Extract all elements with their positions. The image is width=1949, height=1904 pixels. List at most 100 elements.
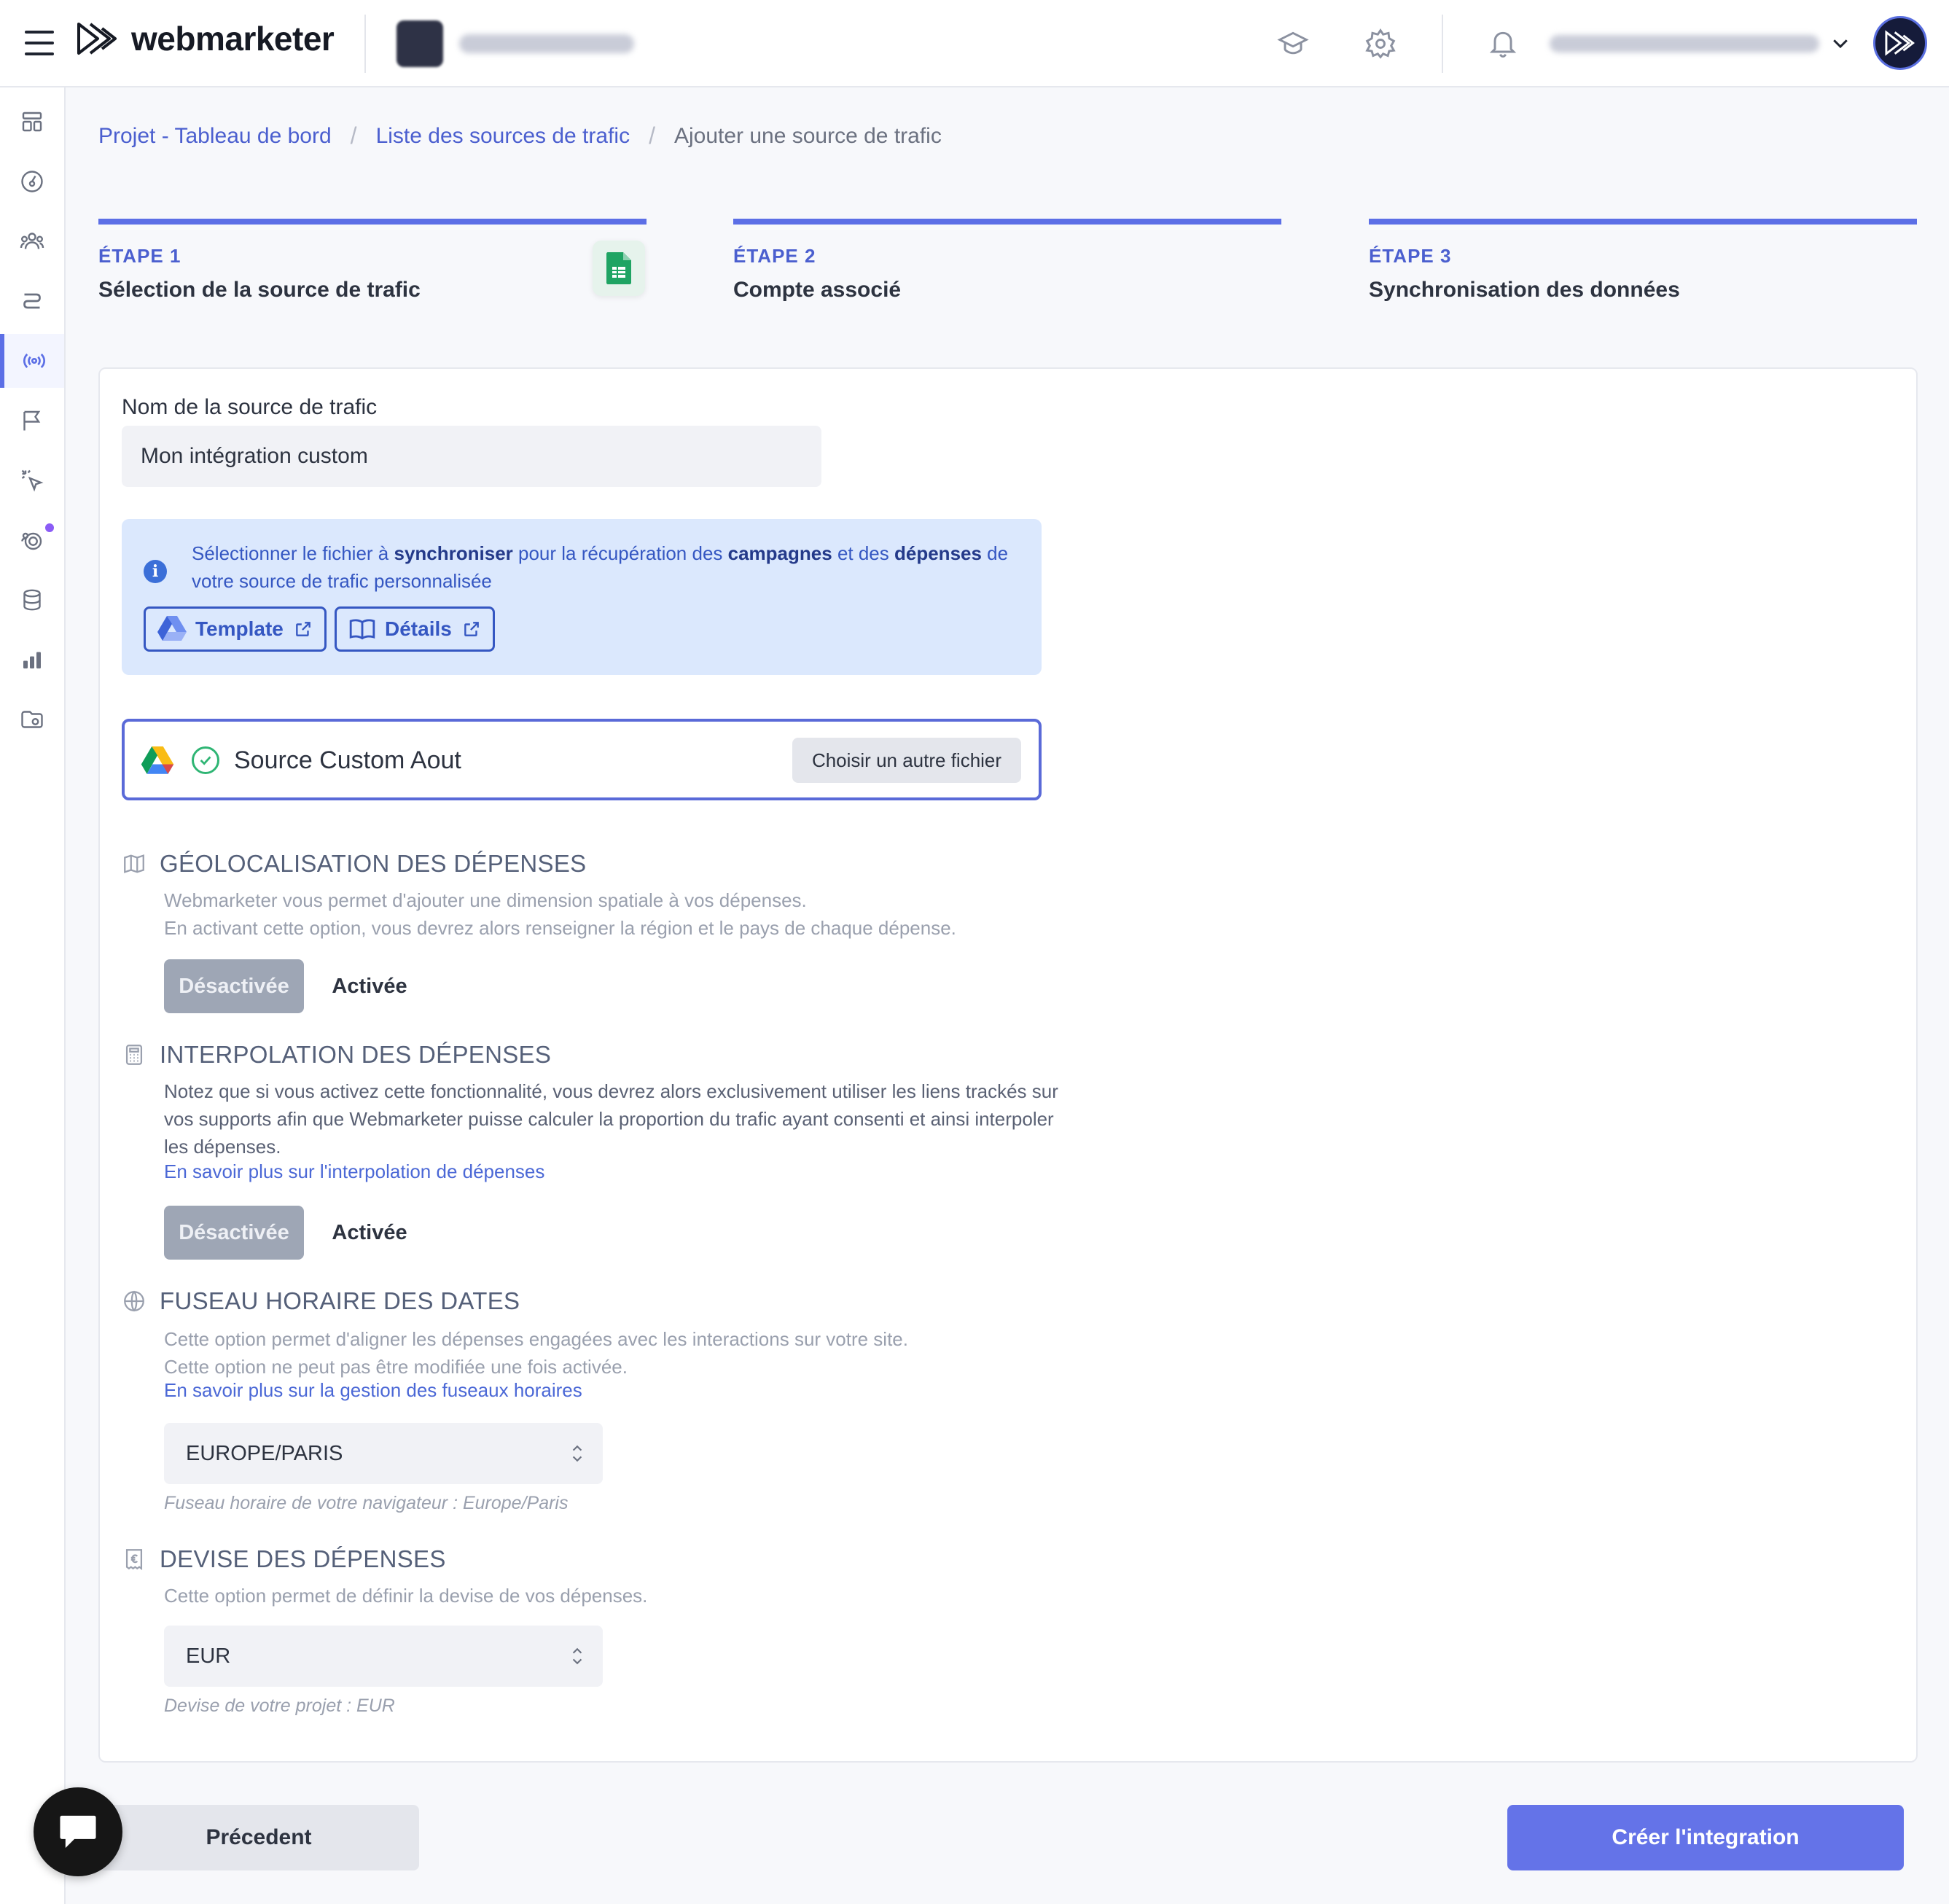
route-icon — [23, 293, 41, 309]
step-3: ÉTAPE 3 Synchronisation des données — [1369, 219, 1917, 303]
geolocation-disabled-button[interactable]: Désactivée — [164, 959, 304, 1013]
description-line: En activant cette option, vous devrez al… — [164, 917, 956, 939]
step-number: ÉTAPE 1 — [98, 245, 181, 267]
database-icon — [23, 589, 41, 611]
details-button[interactable]: Détails — [335, 606, 495, 652]
sidebar-item-targets[interactable] — [0, 513, 64, 567]
interpolation-disabled-button[interactable]: Désactivée — [164, 1206, 304, 1260]
breadcrumb: Projet - Tableau de bord / Liste des sou… — [98, 122, 942, 149]
description-line: Cette option permet d'aligner les dépens… — [164, 1328, 908, 1350]
geolocation-description: Webmarketer vous permet d'ajouter une di… — [164, 886, 1075, 942]
geolocation-title: GÉOLOCALISATION DES DÉPENSES — [160, 850, 587, 877]
currency-hint: Devise de votre projet : EUR — [164, 1696, 395, 1716]
brand-logo[interactable]: webmarketer — [76, 19, 335, 58]
file-name: Source Custom Aout — [234, 746, 461, 774]
project-switcher[interactable] — [397, 20, 634, 67]
logo-icon — [77, 23, 117, 55]
interpolation-section-header: INTERPOLATION DES DÉPENSES — [122, 1041, 551, 1069]
cursor-click-icon — [21, 469, 44, 492]
sidebar-item-traffic-sources[interactable] — [0, 334, 64, 388]
users-icon — [20, 233, 44, 249]
check-circle-icon — [192, 746, 219, 774]
external-link-icon — [464, 622, 479, 636]
sidebar-item-performance[interactable] — [0, 155, 64, 208]
description-line: Webmarketer vous permet d'ajouter une di… — [164, 889, 807, 911]
choose-other-file-button[interactable]: Choisir un autre fichier — [792, 738, 1021, 783]
sidebar-item-goals[interactable] — [0, 394, 64, 448]
brand-name: webmarketer — [131, 20, 335, 58]
top-bar: webmarketer — [0, 0, 1949, 87]
google-drive-icon — [157, 616, 187, 641]
description-line: Cette option ne peut pas être modifiée u… — [164, 1356, 628, 1378]
broadcast-icon — [23, 354, 46, 368]
globe-icon — [124, 1290, 144, 1312]
chevron-up-down-icon — [572, 1445, 582, 1462]
user-email-blurred[interactable] — [1550, 35, 1819, 52]
step-1: ÉTAPE 1 Sélection de la source de trafic — [98, 219, 647, 303]
info-text-part: et des — [832, 542, 894, 564]
traffic-source-name-input[interactable] — [122, 426, 821, 487]
book-open-icon — [349, 619, 375, 640]
info-text-bold: synchroniser — [394, 542, 513, 564]
interpolation-enabled-button[interactable]: Activée — [326, 1206, 413, 1260]
details-label: Détails — [385, 617, 452, 640]
step-number: ÉTAPE 2 — [733, 245, 816, 267]
calculator-icon — [125, 1045, 143, 1065]
breadcrumb-link-traffic-sources[interactable]: Liste des sources de trafic — [376, 124, 630, 149]
step-2: ÉTAPE 2 Compte associé — [733, 219, 1281, 303]
interpolation-title: INTERPOLATION DES DÉPENSES — [160, 1041, 552, 1068]
breadcrumb-separator: / — [350, 122, 357, 149]
template-button[interactable]: Template — [144, 606, 327, 652]
timezone-select[interactable]: EUROPE/PARIS — [164, 1423, 603, 1484]
timezone-section-header: FUSEAU HORAIRE DES DATES — [122, 1287, 520, 1315]
create-integration-button[interactable]: Créer l'integration — [1507, 1805, 1904, 1870]
flag-icon — [23, 410, 41, 431]
form-card: Nom de la source de trafic i Sélectionne… — [98, 367, 1918, 1763]
breadcrumb-separator: / — [649, 122, 655, 149]
interpolation-learn-more-link[interactable]: En savoir plus sur l'interpolation de dé… — [164, 1160, 544, 1183]
google-sheets-badge — [593, 241, 645, 296]
project-avatar — [397, 20, 443, 67]
currency-select[interactable]: EUR — [164, 1626, 603, 1687]
speedometer-icon — [21, 171, 43, 192]
currency-selected-value: EUR — [186, 1644, 231, 1668]
template-label: Template — [195, 617, 284, 640]
info-text-bold: campagnes — [727, 542, 832, 564]
currency-description: Cette option permet de définir la devise… — [164, 1585, 648, 1607]
map-icon — [124, 854, 144, 873]
graduation-cap-icon[interactable] — [1277, 28, 1309, 60]
geolocation-section-header: GÉOLOCALISATION DES DÉPENSES — [122, 850, 586, 878]
sidebar-item-dashboard[interactable] — [0, 95, 64, 149]
sidebar-item-paths[interactable] — [0, 274, 64, 328]
external-link-icon — [296, 622, 310, 636]
sidebar-item-files[interactable] — [0, 692, 64, 746]
google-sheets-icon — [606, 252, 631, 284]
target-icon — [21, 532, 42, 550]
chat-button[interactable] — [34, 1787, 122, 1876]
chevron-down-icon[interactable] — [1829, 32, 1851, 54]
timezone-description: Cette option permet d'aligner les dépens… — [164, 1325, 1075, 1381]
bell-icon[interactable] — [1487, 28, 1519, 60]
gear-icon[interactable] — [1364, 28, 1397, 60]
info-icon: i — [144, 560, 167, 583]
sidebar-item-audience[interactable] — [0, 214, 64, 268]
sidebar-item-events[interactable] — [0, 453, 64, 507]
previous-button[interactable]: Précedent — [98, 1805, 419, 1870]
selected-file: Source Custom Aout Choisir un autre fich… — [122, 719, 1042, 800]
sidebar-item-reports[interactable] — [0, 633, 64, 687]
divider — [1442, 15, 1443, 73]
interpolation-toggle: Désactivée Activée — [164, 1206, 413, 1260]
step-title: Compte associé — [733, 278, 902, 302]
name-label: Nom de la source de trafic — [122, 395, 378, 419]
step-title: Synchronisation des données — [1369, 278, 1680, 302]
interpolation-description: Notez que si vous activez cette fonction… — [164, 1080, 1058, 1158]
avatar[interactable] — [1873, 16, 1927, 70]
menu-icon[interactable] — [25, 31, 54, 55]
sidebar-item-data[interactable] — [0, 573, 64, 627]
receipt-euro-icon — [125, 1549, 143, 1571]
sidebar — [0, 87, 66, 1904]
timezone-hint: Fuseau horaire de votre navigateur : Eur… — [164, 1493, 569, 1513]
geolocation-enabled-button[interactable]: Activée — [326, 959, 413, 1013]
timezone-learn-more-link[interactable]: En savoir plus sur la gestion des fuseau… — [164, 1379, 582, 1402]
breadcrumb-link-dashboard[interactable]: Projet - Tableau de bord — [98, 124, 332, 149]
